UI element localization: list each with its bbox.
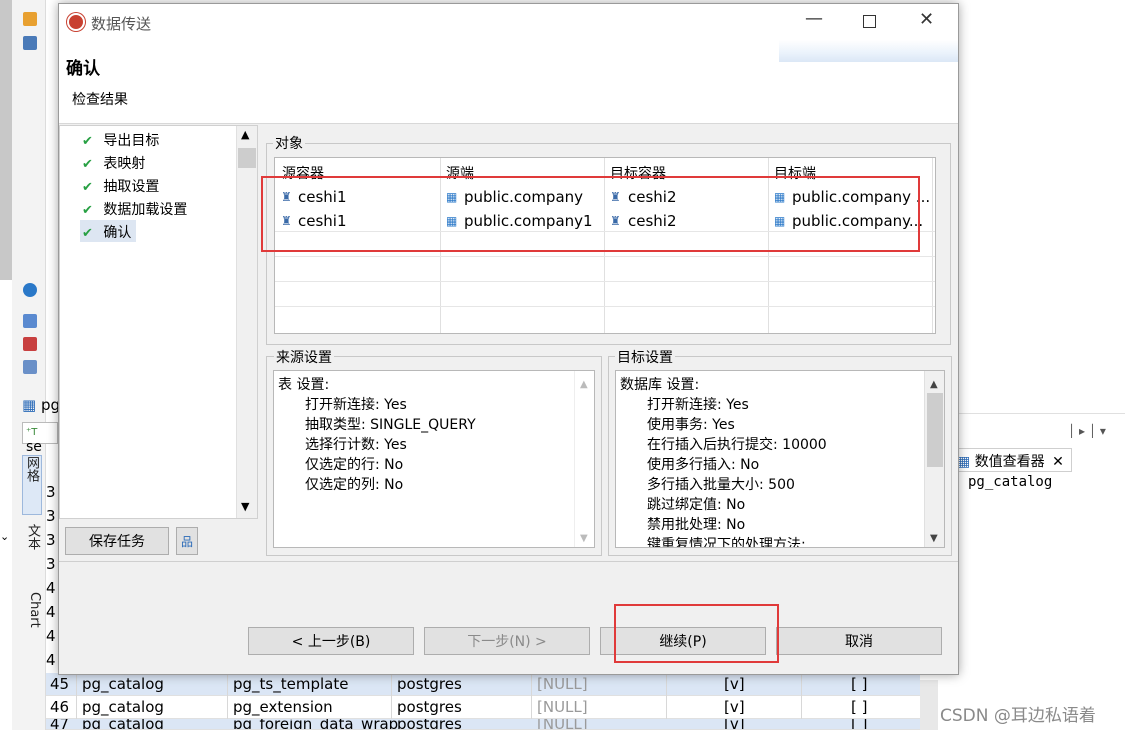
save-task-button[interactable]: 保存任务 xyxy=(65,527,169,555)
bg-tab-label[interactable]: ▦ pg xyxy=(22,396,60,414)
row-number: 3 xyxy=(46,507,56,525)
pdf-icon[interactable] xyxy=(23,337,37,351)
value-viewer-content: pg_catalog xyxy=(968,474,1053,490)
setting-line: 选择行计数: Yes xyxy=(305,437,407,453)
file-icon[interactable] xyxy=(23,360,37,374)
left-edge-bar xyxy=(0,0,12,280)
row-number: 3 xyxy=(46,531,56,549)
setting-line: 在行插入后执行提交: 10000 xyxy=(647,437,827,453)
row-number: 4 xyxy=(46,651,56,669)
scroll-thumb[interactable] xyxy=(238,148,256,168)
check-icon: ✔ xyxy=(82,180,93,195)
nav-item-extract-settings[interactable]: ✔ 抽取设置 xyxy=(82,176,159,196)
wizard-nav: ✔ 导出目标 ✔ 表映射 ✔ 抽取设置 ✔ 数据加载设置 ✔ 确认 ▲ ▼ xyxy=(59,125,258,519)
settings-heading: 表 设置: xyxy=(278,377,330,393)
setting-line: 仅选定的行: No xyxy=(305,457,404,473)
setting-line: 抽取类型: SINGLE_QUERY xyxy=(305,417,476,433)
dialog-header: 确认 检查结果 xyxy=(59,40,958,124)
nav-item-confirm[interactable]: ✔ 确认 xyxy=(80,220,136,242)
page-title: 确认 xyxy=(66,59,100,79)
highlight-box xyxy=(614,604,779,663)
close-button[interactable]: ✕ xyxy=(919,9,934,30)
source-scrollbar[interactable]: ▲ ▼ xyxy=(574,371,594,547)
scroll-down-icon[interactable]: ▼ xyxy=(241,500,249,513)
setting-line: 多行插入批量大小: 500 xyxy=(647,477,795,493)
row-number: 4 xyxy=(46,579,56,597)
scroll-up-icon[interactable]: ▲ xyxy=(930,375,938,395)
settings-heading: 数据库 设置: xyxy=(620,377,700,393)
nav-item-export-target[interactable]: ✔ 导出目标 xyxy=(82,130,159,150)
check-icon: ✔ xyxy=(82,226,93,241)
prev-button[interactable]: < 上一步(B) xyxy=(248,627,414,655)
setting-line: 使用多行插入: No xyxy=(647,457,760,473)
header-banner xyxy=(779,40,958,62)
app-logo-icon xyxy=(67,13,85,31)
close-icon[interactable]: ✕ xyxy=(1052,454,1064,470)
scroll-thumb[interactable] xyxy=(927,393,943,467)
target-scrollbar[interactable]: ▲ ▼ xyxy=(924,371,944,547)
footer-divider xyxy=(59,561,958,562)
document-icon[interactable] xyxy=(23,36,37,50)
table-row[interactable]: 46 pg_catalog pg_extension postgres [NUL… xyxy=(46,696,920,719)
check-icon: ✔ xyxy=(82,134,93,149)
objects-group-label: 对象 xyxy=(273,133,305,153)
setting-line: 禁用批处理: No xyxy=(647,517,746,533)
setting-line: 跳过绑定值: No xyxy=(647,497,746,513)
tab-chart[interactable]: Chart xyxy=(22,592,42,652)
setting-line: 打开新连接: Yes xyxy=(305,397,407,413)
scroll-up-icon[interactable]: ▲ xyxy=(241,128,249,141)
minimize-button[interactable]: — xyxy=(805,8,823,29)
check-icon: ✔ xyxy=(82,157,93,172)
row-number-column: 3 3 3 3 4 4 4 4 xyxy=(46,480,58,675)
task-config-icon[interactable]: 品 xyxy=(176,527,198,555)
target-settings-label: 目标设置 xyxy=(615,347,675,367)
check-icon: ✔ xyxy=(82,203,93,218)
row-number: 4 xyxy=(46,603,56,621)
nav-scrollbar[interactable]: ▲ ▼ xyxy=(236,126,257,518)
next-button[interactable]: 下一步(N) > xyxy=(424,627,590,655)
page-subtitle: 检查结果 xyxy=(72,92,128,108)
setting-line: 键重复情况下的处理方法: xyxy=(647,537,806,548)
data-transfer-dialog: 数据传送 — ✕ 确认 检查结果 ✔ 导出目标 ✔ 表映射 ✔ 抽取设置 ✔ 数… xyxy=(58,3,959,675)
row-number: 4 xyxy=(46,627,56,645)
bg-scrollbar[interactable] xyxy=(920,680,938,730)
dialog-titlebar: 数据传送 — ✕ xyxy=(59,4,958,40)
tab-text[interactable]: 文本 xyxy=(22,524,42,576)
setting-line: 仅选定的列: No xyxy=(305,477,404,493)
bg-right-header xyxy=(958,390,1125,414)
highlight-box xyxy=(261,176,920,252)
scroll-down-icon[interactable]: ▼ xyxy=(930,529,938,547)
cancel-button[interactable]: 取消 xyxy=(776,627,942,655)
setting-line: 使用事务: Yes xyxy=(647,417,735,433)
value-viewer-tab[interactable]: ▦ 数值查看器 ✕ xyxy=(952,448,1072,472)
dialog-title: 数据传送 xyxy=(91,15,152,33)
bg-filter-input[interactable]: ⁺T se xyxy=(22,422,58,455)
gear-icon[interactable] xyxy=(23,283,37,297)
source-settings-text: 表 设置: 打开新连接: Yes 抽取类型: SINGLE_QUERY 选择行计… xyxy=(273,370,595,548)
table-row[interactable]: 45 pg_catalog pg_ts_template postgres [N… xyxy=(46,673,920,696)
nav-item-load-settings[interactable]: ✔ 数据加载设置 xyxy=(82,199,187,219)
watermark: CSDN @耳边私语着 xyxy=(940,706,1096,726)
table-row[interactable]: 47 pg_catalog pg_foreign_data_wrap postg… xyxy=(46,719,920,730)
nav-item-table-mapping[interactable]: ✔ 表映射 xyxy=(82,153,145,173)
source-settings-label: 来源设置 xyxy=(274,347,334,367)
target-settings-text: 数据库 设置: 打开新连接: Yes 使用事务: Yes 在行插入后执行提交: … xyxy=(615,370,945,548)
row-number: 3 xyxy=(46,555,56,573)
edit-icon[interactable] xyxy=(23,12,37,26)
export-icon[interactable] xyxy=(23,314,37,328)
tab-grid[interactable]: 网格 xyxy=(22,455,42,515)
bg-right-arrows[interactable]: │ ▸ │ ▾ xyxy=(1068,424,1118,438)
maximize-button[interactable] xyxy=(863,15,876,28)
row-number: 3 xyxy=(46,483,56,501)
collapse-arrow-icon[interactable]: ⌄ xyxy=(0,530,10,543)
setting-line: 打开新连接: Yes xyxy=(647,397,749,413)
